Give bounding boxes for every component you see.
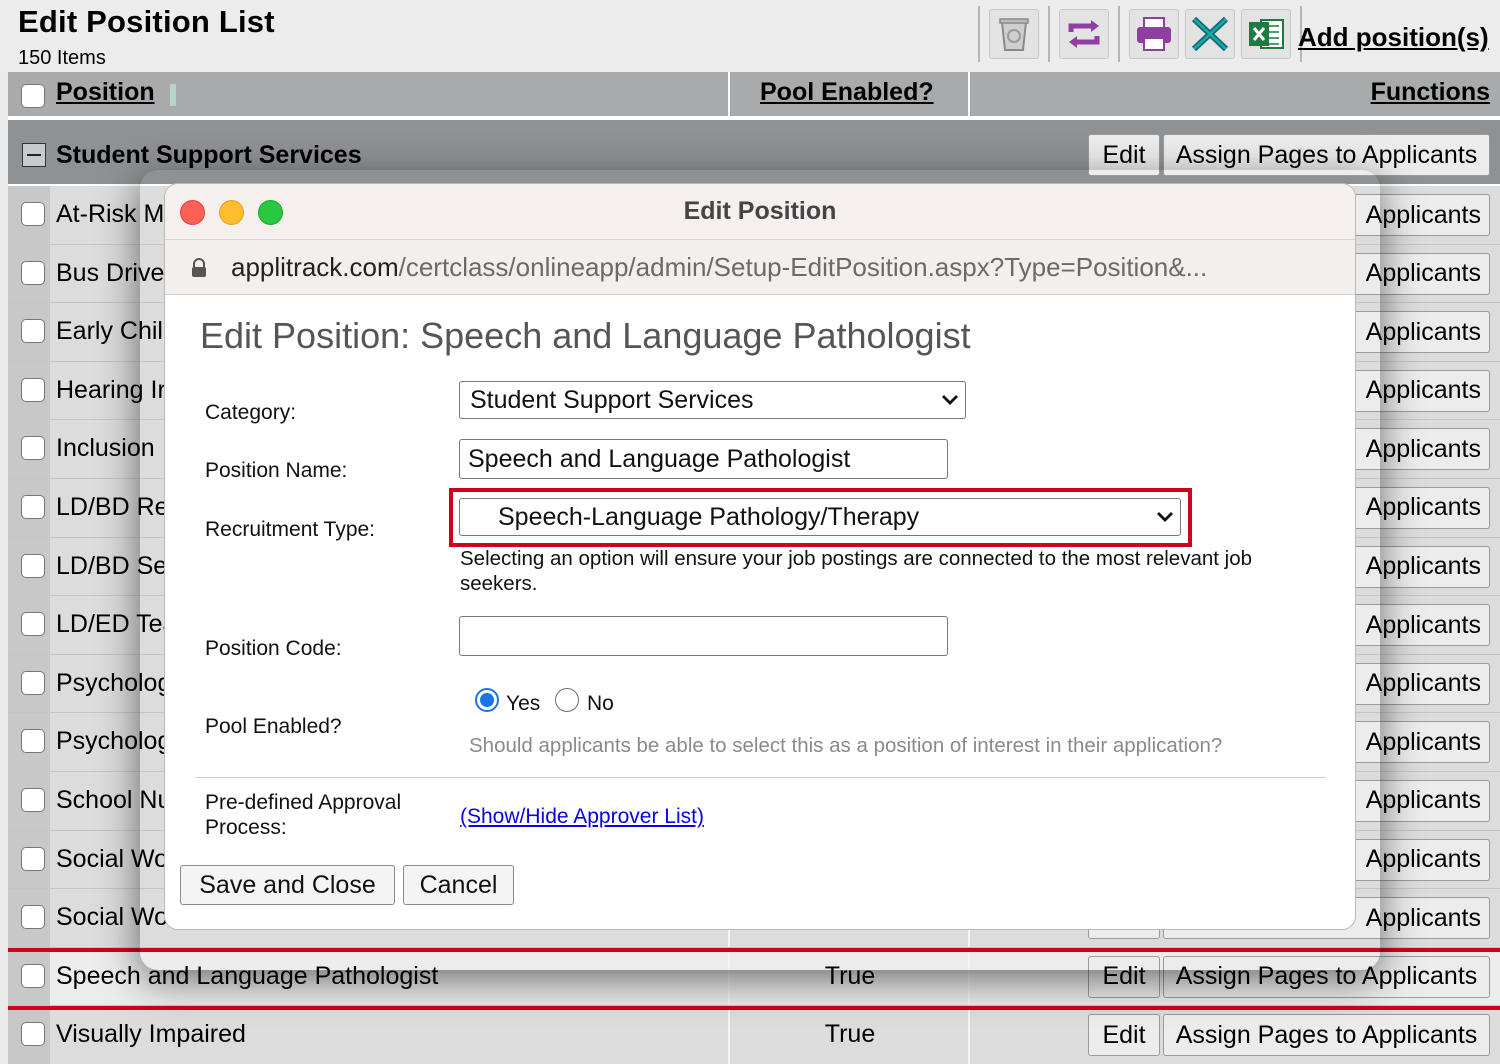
table-row: Visually Impaired True Edit Assign Pages to… — [8, 1006, 1500, 1064]
save-and-close-button[interactable]: Save and Close — [180, 865, 395, 905]
pool-no-radio[interactable] — [555, 688, 579, 712]
select-all-checkbox[interactable] — [21, 84, 45, 108]
row-checkbox[interactable] — [21, 436, 45, 461]
position-name-label: Position Name: — [205, 459, 348, 482]
toolbar-separator — [1118, 6, 1120, 62]
page-title: Edit Position List — [18, 4, 275, 39]
position-name: Visually Impaired — [56, 1020, 246, 1049]
excel-export-icon[interactable] — [1241, 9, 1291, 59]
row-checkbox[interactable] — [21, 963, 45, 988]
row-checkbox[interactable] — [21, 494, 45, 519]
pool-enabled-value: True — [824, 1020, 876, 1049]
highlight-line-bottom — [8, 1006, 1500, 1010]
edit-position-window: Edit Position applitrack.com/certclass/o… — [164, 183, 1356, 930]
recruitment-type-highlight — [449, 488, 1192, 547]
row-checkbox[interactable] — [21, 377, 45, 402]
column-divider — [728, 72, 730, 116]
url-bar: applitrack.com/certclass/onlineapp/admin… — [165, 240, 1355, 295]
page-header: Edit Position List 150 Items Add positio… — [0, 0, 1500, 72]
window-titlebar: Edit Position — [165, 184, 1355, 240]
recycle-bin-icon[interactable] — [989, 9, 1039, 59]
grid-header: Position Pool Enabled? Functions — [8, 72, 1500, 120]
form-divider — [196, 777, 1326, 778]
pool-yes-label: Yes — [506, 692, 541, 715]
row-checkbox[interactable] — [21, 787, 45, 812]
column-divider — [968, 1006, 970, 1064]
row-checkbox[interactable] — [21, 670, 45, 695]
pool-enabled-hint: Should applicants be able to select this… — [469, 734, 1223, 757]
row-checkbox[interactable] — [21, 553, 45, 578]
position-name-field[interactable]: Speech and Language Pathologist — [459, 439, 948, 479]
cancel-button[interactable]: Cancel — [403, 865, 514, 905]
row-checkbox[interactable] — [21, 1022, 45, 1047]
position-code-label: Position Code: — [205, 637, 342, 660]
category-label: Category: — [205, 401, 297, 424]
row-checkbox[interactable] — [21, 846, 45, 871]
print-icon[interactable] — [1129, 9, 1179, 59]
toolbar — [972, 4, 1308, 64]
url-domain: applitrack.com — [231, 252, 399, 282]
edit-button[interactable]: Edit — [1088, 1014, 1160, 1057]
row-checkbox[interactable] — [21, 202, 45, 226]
pool-yes-radio[interactable] — [475, 688, 499, 712]
row-checkbox[interactable] — [21, 612, 45, 637]
chevron-down-icon — [935, 394, 965, 406]
item-count: 150 Items — [18, 47, 106, 69]
pool-enabled-label: Pool Enabled? — [205, 715, 342, 738]
recruitment-type-label: Recruitment Type: — [205, 518, 376, 541]
row-checkbox[interactable] — [21, 729, 45, 754]
category-select[interactable]: Student Support Services — [459, 381, 966, 419]
sort-indicator-icon — [170, 84, 176, 106]
excel-x-icon[interactable] — [1185, 9, 1235, 59]
add-positions-link[interactable]: Add position(s) — [1298, 22, 1489, 53]
column-header-functions: Functions — [1370, 78, 1490, 106]
approval-process-label: Pre-defined Approval Process: — [205, 791, 402, 839]
column-header-position[interactable]: Position — [56, 78, 155, 107]
collapse-icon[interactable] — [22, 143, 46, 167]
row-checkbox[interactable] — [21, 905, 45, 930]
show-hide-approver-link[interactable]: (Show/Hide Approver List) — [460, 805, 704, 829]
refresh-icon[interactable] — [1059, 9, 1109, 59]
assign-pages-button[interactable]: Assign Pages to Applicants — [1163, 1014, 1490, 1057]
url-text: applitrack.com/certclass/onlineapp/admin… — [231, 252, 1207, 283]
form-content: Edit Position: Speech and Language Patho… — [165, 295, 1355, 929]
toolbar-separator — [978, 6, 980, 62]
column-header-pool-enabled[interactable]: Pool Enabled? — [760, 78, 934, 107]
recruitment-type-help: Selecting an option will ensure your job… — [460, 547, 1253, 595]
url-path: /certclass/onlineapp/admin/Setup-EditPos… — [398, 252, 1208, 282]
toolbar-separator — [1048, 6, 1050, 62]
window-title: Edit Position — [683, 197, 837, 225]
position-code-field[interactable] — [459, 616, 948, 656]
lock-icon — [191, 258, 207, 283]
column-divider — [968, 72, 970, 116]
pool-no-label: No — [587, 692, 614, 715]
category-select-value: Student Support Services — [470, 385, 754, 414]
category-name: Student Support Services — [56, 141, 362, 169]
form-heading: Edit Position: Speech and Language Patho… — [200, 315, 971, 356]
row-checkbox[interactable] — [21, 260, 45, 285]
row-checkbox[interactable] — [21, 319, 45, 344]
